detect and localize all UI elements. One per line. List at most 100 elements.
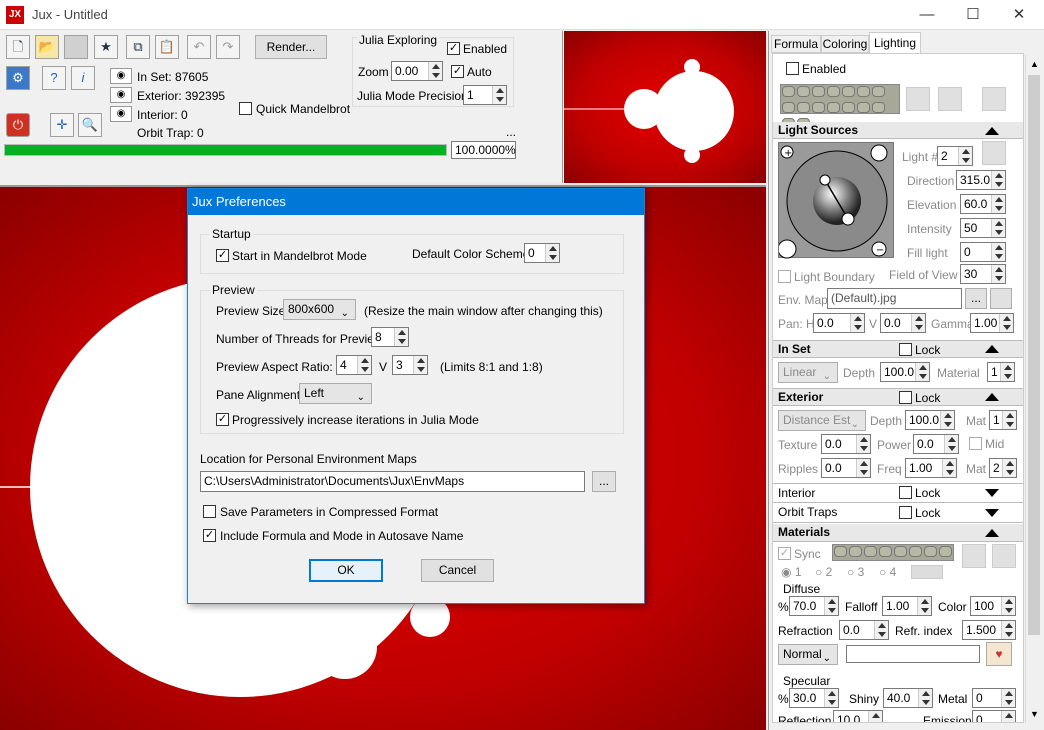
julia-enabled-checkbox[interactable]: ✓ bbox=[447, 42, 460, 55]
orbit-traps-expand-icon[interactable] bbox=[985, 509, 999, 517]
materials-collapse-icon[interactable] bbox=[985, 529, 999, 537]
render-button[interactable]: Render... bbox=[255, 35, 327, 59]
preset-swatch-3[interactable] bbox=[982, 87, 1006, 111]
preset-swatch-1[interactable] bbox=[906, 87, 930, 111]
tab-lighting[interactable]: Lighting bbox=[869, 32, 921, 53]
save-icon[interactable]: ★ bbox=[94, 35, 118, 59]
blank-tool-icon[interactable] bbox=[64, 35, 88, 59]
env-location-browse-button[interactable]: ... bbox=[592, 471, 616, 492]
falloff-spinner[interactable]: 1.00 bbox=[882, 596, 932, 616]
material-presets-strip[interactable] bbox=[832, 544, 954, 561]
env-map-field[interactable]: (Default).jpg bbox=[827, 288, 962, 309]
material-swatch-1[interactable] bbox=[962, 544, 986, 568]
light-sources-collapse-icon[interactable] bbox=[985, 127, 999, 135]
exterior-mat2-spinner[interactable]: 2 bbox=[989, 458, 1017, 478]
scroll-up-icon[interactable]: ▲ bbox=[1030, 59, 1039, 69]
help-icon[interactable]: ? bbox=[42, 66, 66, 90]
sync-checkbox[interactable]: ✓ bbox=[778, 547, 791, 560]
material-radio-3[interactable]: ○ 3 bbox=[847, 565, 864, 579]
specular-pct-spinner[interactable]: 30.0 bbox=[789, 688, 839, 708]
progressive-checkbox[interactable]: ✓ bbox=[216, 413, 229, 426]
cancel-button[interactable]: Cancel bbox=[421, 559, 494, 582]
intensity-spinner[interactable]: 50 bbox=[960, 218, 1006, 238]
crosshair-icon[interactable]: ✛ bbox=[50, 113, 74, 137]
start-mandelbrot-checkbox[interactable]: ✓ bbox=[216, 249, 229, 262]
new-file-icon[interactable]: 🗋 bbox=[6, 35, 30, 59]
aspect-h-spinner[interactable]: 4 bbox=[336, 355, 372, 375]
reflection-spinner[interactable]: 10.0 bbox=[833, 710, 883, 722]
open-folder-icon[interactable]: 📂 bbox=[35, 35, 59, 59]
shiny-spinner[interactable]: 40.0 bbox=[883, 688, 933, 708]
material-radio-4[interactable]: ○ 4 bbox=[879, 565, 896, 579]
orbit-traps-lock-checkbox[interactable] bbox=[899, 506, 912, 519]
freq-spinner[interactable]: 1.00 bbox=[905, 458, 957, 478]
blend-mode-select[interactable]: Normal ⌄ bbox=[778, 644, 838, 665]
diffuse-pct-spinner[interactable]: 70.0 bbox=[789, 596, 839, 616]
tab-coloring[interactable]: Coloring bbox=[821, 35, 869, 53]
in-set-depth-spinner[interactable]: 100.0 bbox=[880, 362, 930, 382]
env-location-field[interactable]: C:\Users\Administrator\Documents\Jux\Env… bbox=[200, 471, 585, 492]
elevation-spinner[interactable]: 60.0 bbox=[960, 194, 1006, 214]
ripples-spinner[interactable]: 0.0 bbox=[821, 458, 871, 478]
zoom-spinner[interactable]: 0.00 bbox=[391, 61, 443, 81]
light-number-spinner[interactable]: 2 bbox=[937, 146, 973, 166]
exterior-lock-checkbox[interactable] bbox=[899, 391, 912, 404]
texture-spinner[interactable]: 0.0 bbox=[821, 434, 871, 454]
precision-spinner[interactable]: 1 bbox=[463, 85, 507, 105]
interior-expand-icon[interactable] bbox=[985, 489, 999, 497]
emission-spinner[interactable]: 0 bbox=[972, 710, 1016, 722]
undo-icon[interactable]: ↶ bbox=[187, 35, 211, 59]
exterior-depth-spinner[interactable]: 100.0 bbox=[905, 410, 955, 430]
ok-button[interactable]: OK bbox=[309, 559, 383, 582]
default-scheme-spinner[interactable]: 0 bbox=[524, 243, 560, 263]
redo-icon[interactable]: ↷ bbox=[216, 35, 240, 59]
threads-spinner[interactable]: 8 bbox=[371, 327, 409, 347]
mid-checkbox[interactable] bbox=[969, 437, 982, 450]
color-spinner[interactable]: 100 bbox=[970, 596, 1016, 616]
env-map-clear-button[interactable] bbox=[990, 288, 1012, 309]
material-name-field[interactable] bbox=[846, 645, 980, 663]
light-direction-pad[interactable]: + − bbox=[777, 142, 894, 259]
exterior-mode-select[interactable]: Distance Est ⌄ bbox=[778, 410, 866, 431]
close-button[interactable]: ✕ bbox=[996, 0, 1042, 30]
fov-spinner[interactable]: 30 bbox=[960, 264, 1006, 284]
settings-gear-icon[interactable]: ⚙ bbox=[6, 66, 30, 90]
interior-eye-icon[interactable]: ◉ bbox=[110, 106, 132, 122]
direction-spinner[interactable]: 315.0 bbox=[956, 170, 1006, 190]
tab-formula[interactable]: Formula bbox=[771, 35, 821, 53]
info-icon[interactable]: i bbox=[71, 66, 95, 90]
preset-swatch-2[interactable] bbox=[938, 87, 962, 111]
material-color-chip[interactable] bbox=[911, 565, 943, 579]
scroll-thumb[interactable] bbox=[1028, 75, 1040, 635]
exterior-eye-icon[interactable]: ◉ bbox=[110, 87, 132, 103]
compressed-checkbox[interactable] bbox=[203, 505, 216, 518]
env-map-browse-button[interactable]: ... bbox=[965, 288, 987, 309]
pan-v-spinner[interactable]: 0.0 bbox=[880, 313, 926, 333]
aspect-v-spinner[interactable]: 3 bbox=[392, 355, 428, 375]
material-radio-1[interactable]: ◉ 1 bbox=[781, 565, 802, 579]
paste-icon[interactable]: 📋 bbox=[155, 35, 179, 59]
power-icon[interactable]: ⏻ bbox=[6, 113, 30, 137]
refr-index-spinner[interactable]: 1.500 bbox=[962, 620, 1016, 640]
pan-h-spinner[interactable]: 0.0 bbox=[813, 313, 865, 333]
in-set-collapse-icon[interactable] bbox=[985, 345, 999, 353]
light-boundary-checkbox[interactable] bbox=[778, 270, 791, 283]
lighting-enabled-checkbox[interactable] bbox=[786, 62, 799, 75]
material-heart-icon[interactable]: ♥ bbox=[986, 642, 1012, 666]
julia-preview-image[interactable] bbox=[564, 31, 766, 183]
in-set-eye-icon[interactable]: ◉ bbox=[110, 68, 132, 84]
preview-size-select[interactable]: 800x600 ⌄ bbox=[283, 299, 356, 320]
copy-icon[interactable]: ⧉ bbox=[126, 35, 150, 59]
pane-alignment-select[interactable]: Left ⌄ bbox=[299, 383, 372, 404]
power-spinner[interactable]: 0.0 bbox=[913, 434, 959, 454]
exterior-collapse-icon[interactable] bbox=[985, 393, 999, 401]
in-set-mode-select[interactable]: Linear ⌄ bbox=[778, 362, 838, 383]
fill-light-spinner[interactable]: 0 bbox=[960, 242, 1006, 262]
material-radio-2[interactable]: ○ 2 bbox=[815, 565, 832, 579]
minimize-button[interactable]: — bbox=[904, 0, 950, 30]
material-swatch-2[interactable] bbox=[992, 544, 1016, 568]
in-set-material-spinner[interactable]: 1 bbox=[987, 362, 1015, 382]
interior-lock-checkbox[interactable] bbox=[899, 486, 912, 499]
refraction-spinner[interactable]: 0.0 bbox=[839, 620, 889, 640]
right-panel-scrollbar[interactable]: ▲ ▼ bbox=[1025, 55, 1041, 723]
